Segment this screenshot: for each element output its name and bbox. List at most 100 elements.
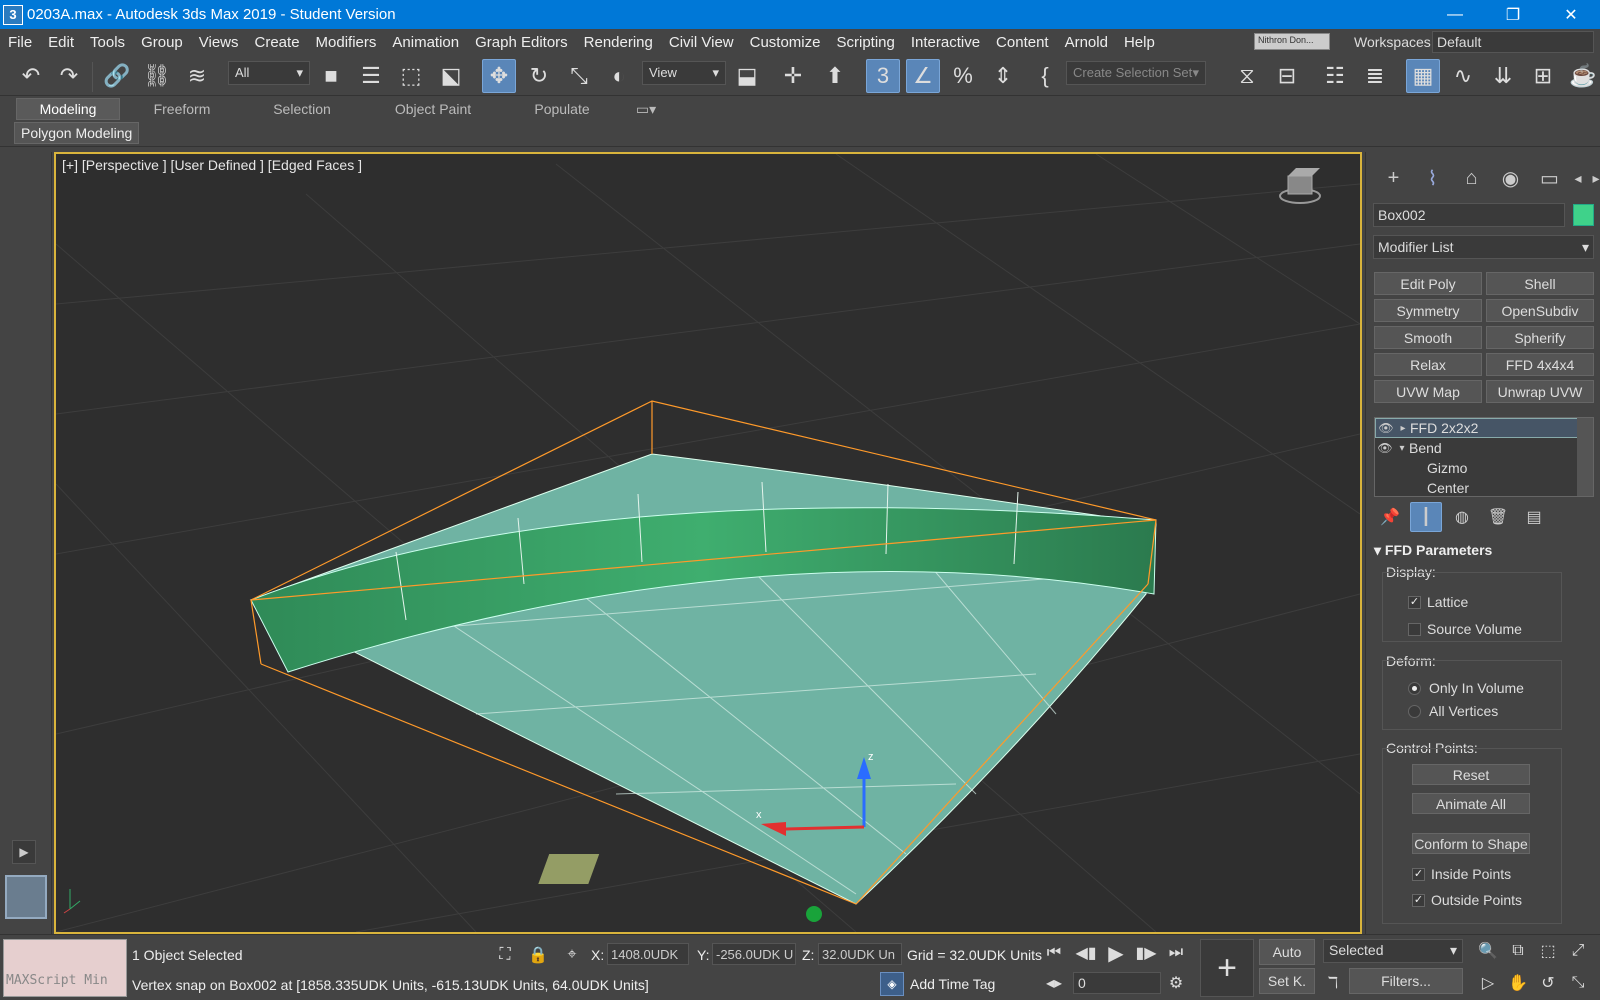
set-key-button[interactable]: Set K. xyxy=(1259,968,1315,994)
rectangular-selection-icon[interactable]: ⬚ xyxy=(394,59,428,93)
display-tab-icon[interactable]: ▭ xyxy=(1530,160,1569,196)
object-name-field[interactable]: Box002 xyxy=(1373,203,1565,227)
outside-points-checkbox[interactable]: ✓ Outside Points xyxy=(1412,892,1522,908)
reference-coordinate-select[interactable]: View ▾ xyxy=(642,61,726,85)
close-button[interactable]: ✕ xyxy=(1542,0,1600,29)
keyboard-shortcut-override-icon[interactable]: ⬆ xyxy=(818,59,852,93)
stack-item-gizmo[interactable]: Gizmo xyxy=(1375,458,1593,478)
absolute-offset-icon[interactable]: ⌖ xyxy=(560,943,584,967)
menu-group[interactable]: Group xyxy=(133,34,191,51)
unwrap-uvw-button[interactable]: Unwrap UVW xyxy=(1486,380,1594,403)
maximize-viewport-icon[interactable]: ⤡ xyxy=(1566,971,1590,995)
edit-poly-button[interactable]: Edit Poly xyxy=(1374,272,1482,295)
undo-icon[interactable]: ↶ xyxy=(14,59,48,93)
orbit-icon[interactable]: ↺ xyxy=(1536,971,1560,995)
menu-tools[interactable]: Tools xyxy=(82,34,133,51)
opensubdiv-button[interactable]: OpenSubdiv xyxy=(1486,299,1594,322)
motion-tab-icon[interactable]: ◉ xyxy=(1491,160,1530,196)
next-frame-icon[interactable]: ▮▶ xyxy=(1134,941,1158,965)
tab-selection[interactable]: Selection xyxy=(254,98,350,120)
ribbon-toggle-icon[interactable]: ▦ xyxy=(1406,59,1440,93)
menu-scripting[interactable]: Scripting xyxy=(828,34,902,51)
pan-view-icon[interactable]: ✋ xyxy=(1506,971,1530,995)
x-coord-field[interactable]: 1408.0UDK xyxy=(607,943,689,965)
expand-icon[interactable]: ▸ xyxy=(1396,423,1410,434)
material-editor-icon[interactable]: ⊞ xyxy=(1526,59,1560,93)
viewport-layout-thumbnail[interactable] xyxy=(5,875,47,919)
user-account-dropdown[interactable]: Nithron Don... xyxy=(1254,33,1330,50)
select-manipulate-icon[interactable]: ✛ xyxy=(776,59,810,93)
ribbon-options-icon[interactable]: ▭▾ xyxy=(626,98,666,120)
named-selection-set-select[interactable]: Create Selection Set ▾ xyxy=(1066,61,1206,85)
time-configuration-icon[interactable]: ⚙ xyxy=(1164,971,1188,995)
rollout-title[interactable]: ▾ FFD Parameters xyxy=(1374,542,1492,559)
symmetry-button[interactable]: Symmetry xyxy=(1374,299,1482,322)
snaps-toggle-icon[interactable]: 3 xyxy=(866,59,900,93)
only-in-volume-radio[interactable]: Only In Volume xyxy=(1408,680,1524,696)
show-end-result-icon[interactable]: ┃ xyxy=(1410,502,1442,532)
scroll-right-icon[interactable]: ▸ xyxy=(1587,160,1600,196)
field-of-view-icon[interactable]: ▷ xyxy=(1476,971,1500,995)
menu-animation[interactable]: Animation xyxy=(384,34,467,51)
zoom-extents-all-icon[interactable]: ⤢ xyxy=(1566,939,1590,963)
tab-modeling[interactable]: Modeling xyxy=(16,98,120,120)
stack-item-center[interactable]: Center xyxy=(1375,478,1593,496)
key-selection-select[interactable]: Selected ▾ xyxy=(1323,939,1463,963)
unlink-icon[interactable]: ⛓ xyxy=(140,59,174,93)
menu-content[interactable]: Content xyxy=(988,34,1057,51)
shell-button[interactable]: Shell xyxy=(1486,272,1594,295)
zoom-extents-icon[interactable]: ⬚ xyxy=(1536,939,1560,963)
angle-snap-icon[interactable]: ∠ xyxy=(906,59,940,93)
menu-views[interactable]: Views xyxy=(191,34,247,51)
isolate-selection-icon[interactable]: ⛶ xyxy=(493,943,517,967)
menu-arnold[interactable]: Arnold xyxy=(1057,34,1116,51)
menu-file[interactable]: File xyxy=(0,34,40,51)
filters-button[interactable]: Filters... xyxy=(1349,968,1463,994)
previous-frame-icon[interactable]: ◀▮ xyxy=(1074,941,1098,965)
create-tab-icon[interactable]: + xyxy=(1374,160,1413,196)
add-time-tag-button[interactable]: ◈ Add Time Tag xyxy=(880,972,995,996)
percent-snap-icon[interactable]: % xyxy=(946,59,980,93)
selection-filter-select[interactable]: All ▾ xyxy=(228,61,310,85)
tab-populate[interactable]: Populate xyxy=(514,98,610,120)
zoom-all-icon[interactable]: ⧉ xyxy=(1506,939,1530,963)
animate-all-button[interactable]: Animate All xyxy=(1412,793,1530,814)
zoom-icon[interactable]: 🔍 xyxy=(1476,939,1500,963)
scene-explorer-icon[interactable]: ☷ xyxy=(1318,59,1352,93)
key-filters-icon[interactable]: ℸ xyxy=(1321,971,1345,995)
place-icon[interactable]: ◐ xyxy=(602,59,636,93)
smooth-button[interactable]: Smooth xyxy=(1374,326,1482,349)
select-and-move-icon[interactable]: ✥ xyxy=(482,59,516,93)
reset-button[interactable]: Reset xyxy=(1412,764,1530,785)
go-to-end-icon[interactable]: ⏭ xyxy=(1164,941,1188,965)
all-vertices-radio[interactable]: All Vertices xyxy=(1408,703,1498,719)
menu-customize[interactable]: Customize xyxy=(742,34,829,51)
align-icon[interactable]: ⊟ xyxy=(1270,59,1304,93)
selection-lock-icon[interactable]: 🔒 xyxy=(526,943,550,967)
play-icon[interactable]: ▶ xyxy=(1104,941,1128,965)
layer-explorer-icon[interactable]: ≣ xyxy=(1358,59,1392,93)
conform-to-shape-button[interactable]: Conform to Shape xyxy=(1412,833,1530,854)
set-keys-icon[interactable]: + xyxy=(1200,939,1254,997)
menu-help[interactable]: Help xyxy=(1116,34,1163,51)
uvw-map-button[interactable]: UVW Map xyxy=(1374,380,1482,403)
eye-icon[interactable]: 👁 xyxy=(1376,421,1396,435)
scroll-left-icon[interactable]: ◂ xyxy=(1569,160,1587,196)
edit-named-selection-icon[interactable]: { xyxy=(1028,59,1062,93)
menu-interactive[interactable]: Interactive xyxy=(903,34,988,51)
configure-modifier-sets-icon[interactable]: ▤ xyxy=(1518,502,1550,532)
maxscript-listener[interactable]: MAXScript Min xyxy=(3,939,127,997)
stack-scrollbar[interactable] xyxy=(1577,418,1593,496)
source-volume-checkbox[interactable]: Source Volume xyxy=(1408,621,1522,637)
go-to-start-icon[interactable]: ⏮ xyxy=(1042,941,1066,965)
stack-item-bend[interactable]: 👁 ▾ Bend xyxy=(1375,438,1593,458)
stack-item-ffd[interactable]: 👁 ▸ FFD 2x2x2 xyxy=(1375,418,1593,438)
workspaces-select[interactable]: Default xyxy=(1432,31,1594,53)
menu-edit[interactable]: Edit xyxy=(40,34,82,51)
pin-stack-icon[interactable]: 📌 xyxy=(1374,502,1406,532)
curve-editor-icon[interactable]: ∿ xyxy=(1446,59,1480,93)
perspective-viewport[interactable]: [+] [Perspective ] [User Defined ] [Edge… xyxy=(54,152,1362,934)
make-unique-icon[interactable]: ◍ xyxy=(1446,502,1478,532)
menu-graph-editors[interactable]: Graph Editors xyxy=(467,34,576,51)
key-mode-toggle-icon[interactable]: ◂▸ xyxy=(1042,971,1066,995)
